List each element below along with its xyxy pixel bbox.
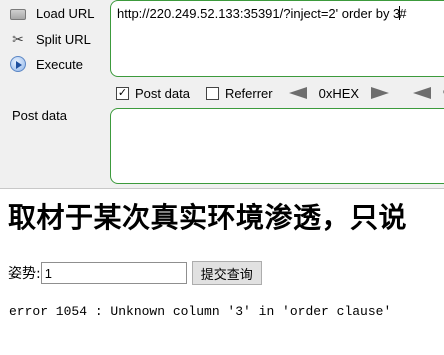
- inject-input[interactable]: [40, 262, 187, 284]
- post-data-input[interactable]: [110, 108, 444, 184]
- submit-query-button[interactable]: 提交查询: [191, 261, 262, 285]
- hex-decrease-arrow-icon[interactable]: [288, 87, 307, 99]
- post-data-label: Post data: [12, 108, 67, 123]
- load-url-icon: [10, 8, 26, 20]
- execute-button[interactable]: Execute: [10, 53, 83, 75]
- post-data-option-label: Post data: [135, 85, 190, 101]
- url-input[interactable]: http://220.249.52.133:35391/?inject=2' o…: [110, 0, 444, 77]
- error-message: error 1054 : Unknown column '3' in 'orde…: [9, 304, 392, 319]
- play-icon: [10, 56, 26, 72]
- referrer-checkbox[interactable]: [205, 86, 219, 100]
- hex-control[interactable]: 0xHEX: [288, 85, 390, 101]
- url-encode-control[interactable]: %: [413, 86, 444, 101]
- split-url-button[interactable]: ✂ Split URL: [10, 28, 91, 50]
- execute-label: Execute: [36, 56, 83, 72]
- post-data-option[interactable]: ✓ Post data: [116, 86, 190, 101]
- post-data-checkbox[interactable]: ✓: [116, 86, 129, 100]
- referrer-option[interactable]: Referrer: [205, 85, 273, 101]
- referrer-option-label: Referrer: [224, 85, 273, 101]
- url-text: http://220.249.52.133:35391/?inject=2' o…: [117, 6, 401, 21]
- load-url-button[interactable]: Load URL: [10, 2, 95, 24]
- page-title: 取材于某次真实环境渗透，只说: [8, 201, 408, 234]
- hex-label: 0xHEX: [318, 85, 360, 101]
- hackbar-panel: Load URL ✂ Split URL Execute http://220.…: [0, 0, 444, 189]
- url-text-tail: #: [399, 6, 407, 21]
- url-encode-decrease-arrow-icon[interactable]: [413, 87, 432, 99]
- scissors-icon: ✂: [12, 31, 24, 47]
- options-row: ✓ Post data Referrer 0xHEX %: [116, 84, 444, 102]
- load-url-label: Load URL: [36, 5, 95, 21]
- hex-increase-arrow-icon[interactable]: [371, 87, 390, 99]
- inject-form: 姿势: 提交查询: [8, 261, 262, 285]
- split-url-label: Split URL: [36, 31, 91, 47]
- inject-label: 姿势:: [8, 266, 41, 282]
